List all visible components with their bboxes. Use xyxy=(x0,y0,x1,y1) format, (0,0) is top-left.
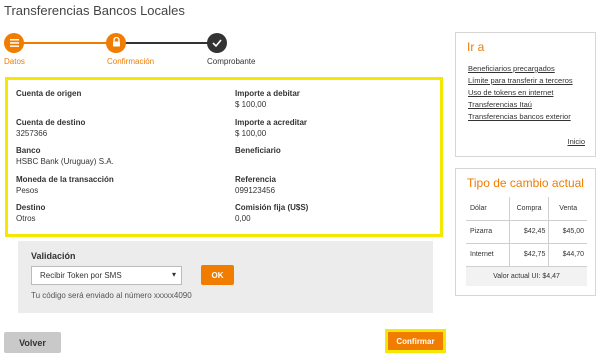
ui-value: Valor actual UI: $4,47 xyxy=(466,265,587,286)
field-moneda: Moneda de la transacción Pesos xyxy=(16,174,216,203)
validation-panel: Validación Recibir Token por SMS ▾ OK Tu… xyxy=(18,241,433,313)
menu-icon xyxy=(9,34,19,52)
page-title: Transferencias Bancos Locales xyxy=(4,3,185,18)
step-label-comprobante: Comprobante xyxy=(207,57,256,66)
chevron-down-icon: ▾ xyxy=(171,270,176,279)
back-button[interactable]: Volver xyxy=(4,332,61,353)
summary-right-column: Importe a debitar $ 100,00 Importe a acr… xyxy=(235,88,435,231)
stepper-line-pending xyxy=(116,42,216,44)
rate-venta: $45,00 xyxy=(548,219,587,243)
ira-card: Ir a Beneficiarios precargados Límite pa… xyxy=(455,32,596,157)
link-itau[interactable]: Transferencias Itaú xyxy=(468,99,595,111)
step-comprobante xyxy=(207,33,227,53)
ok-button[interactable]: OK xyxy=(201,265,234,285)
field-label: Importe a debitar xyxy=(235,89,300,98)
step-confirmacion xyxy=(106,33,126,53)
field-beneficiario: Beneficiario xyxy=(235,145,435,174)
field-cuenta-origen: Cuenta de origen xyxy=(16,88,216,117)
field-referencia: Referencia 099123456 xyxy=(235,174,435,203)
field-label: Cuenta de destino xyxy=(16,117,86,127)
field-value: Pesos xyxy=(16,185,39,195)
select-value: Recibir Token por SMS xyxy=(40,271,122,280)
field-banco: Banco HSBC Bank (Uruguay) S.A. xyxy=(16,145,216,174)
field-value: 099123456 xyxy=(235,185,276,195)
field-label: Banco xyxy=(16,146,41,155)
field-label: Importe a acreditar xyxy=(235,117,308,127)
header-dolar: Dólar xyxy=(470,204,487,212)
rate-compra: $42,45 xyxy=(508,219,549,243)
field-value: HSBC Bank (Uruguay) S.A. xyxy=(16,157,114,166)
field-destino: Destino Otros xyxy=(16,202,216,231)
step-datos[interactable] xyxy=(4,33,24,53)
rate-venta: $44,70 xyxy=(548,242,587,266)
exchange-rate-title: Tipo de cambio actual xyxy=(467,176,584,190)
validation-title: Validación xyxy=(31,251,76,261)
field-value: 3257366 xyxy=(16,128,48,138)
rate-name: Internet xyxy=(466,242,510,266)
check-icon xyxy=(212,34,222,52)
field-cuenta-destino: Cuenta de destino 3257366 xyxy=(16,117,216,146)
ira-links: Beneficiarios precargados Límite para tr… xyxy=(456,54,595,123)
confirm-highlight: Confirmar xyxy=(385,329,446,353)
exchange-rate-card: Tipo de cambio actual Dólar Compra Venta… xyxy=(455,168,596,296)
table-row: Internet $42,75 $44,70 xyxy=(466,242,587,266)
field-label: Comisión fija (U$S) xyxy=(235,203,309,212)
field-label: Destino xyxy=(16,203,46,212)
link-beneficiarios[interactable]: Beneficiarios precargados xyxy=(468,63,595,75)
link-tokens[interactable]: Uso de tokens en internet xyxy=(468,87,595,99)
link-exterior[interactable]: Transferencias bancos exterior xyxy=(468,111,595,123)
exchange-rate-table: Dólar Compra Venta Pizarra $42,45 $45,00… xyxy=(466,197,587,286)
field-comision: Comisión fija (U$S) 0,00 xyxy=(235,202,435,231)
field-value: Otros xyxy=(16,214,36,223)
step-label-datos: Datos xyxy=(4,57,25,66)
table-row: Pizarra $42,45 $45,00 xyxy=(466,219,587,243)
field-importe-debitar: Importe a debitar $ 100,00 xyxy=(235,88,435,117)
transfer-summary: Cuenta de origen Cuenta de destino 32573… xyxy=(5,77,443,237)
rate-name: Pizarra xyxy=(466,219,510,243)
table-footer: Valor actual UI: $4,47 xyxy=(466,265,587,286)
step-label-confirmacion: Confirmación xyxy=(107,57,155,66)
field-value: $ 100,00 xyxy=(235,100,267,109)
summary-left-column: Cuenta de origen Cuenta de destino 32573… xyxy=(16,88,216,231)
field-value: $ 100,00 xyxy=(235,128,267,138)
field-value: 0,00 xyxy=(235,214,251,223)
field-label: Referencia xyxy=(235,174,276,184)
link-limite[interactable]: Límite para transferir a terceros xyxy=(468,75,595,87)
token-method-select[interactable]: Recibir Token por SMS ▾ xyxy=(31,266,182,285)
ira-title: Ir a xyxy=(467,40,485,54)
header-venta: Venta xyxy=(548,197,587,220)
link-inicio[interactable]: Inicio xyxy=(567,137,585,146)
lock-icon xyxy=(112,34,121,52)
field-label: Beneficiario xyxy=(235,146,281,155)
stepper-line-done xyxy=(14,42,116,44)
field-importe-acreditar: Importe a acreditar $ 100,00 xyxy=(235,117,435,146)
confirm-button[interactable]: Confirmar xyxy=(388,332,443,350)
field-label: Moneda de la transacción xyxy=(16,174,114,184)
header-compra: Compra xyxy=(508,197,549,220)
table-header: Dólar Compra Venta xyxy=(466,197,587,220)
progress-stepper: Datos Confirmación Comprobante xyxy=(0,30,270,70)
field-label: Cuenta de origen xyxy=(16,89,82,98)
rate-compra: $42,75 xyxy=(508,242,549,266)
validation-hint: Tu código será enviado al número xxxxx40… xyxy=(31,291,192,300)
